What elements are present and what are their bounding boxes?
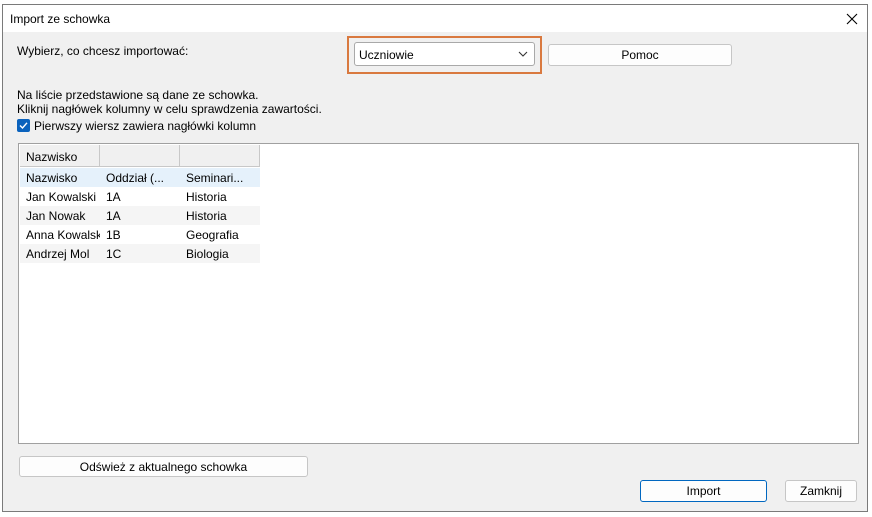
close-button[interactable]: Zamknij <box>785 480 857 502</box>
table-row[interactable]: Andrzej Mol 1C Biologia <box>20 244 260 263</box>
help-button[interactable]: Pomoc <box>548 44 732 66</box>
table-cell: Historia <box>186 209 227 223</box>
table-cell: Geografia <box>186 228 239 242</box>
grid-rows: Nazwisko Oddział (... Seminari... Jan Ko… <box>20 168 260 263</box>
column-header[interactable] <box>100 145 180 167</box>
table-row[interactable]: Nazwisko Oddział (... Seminari... <box>20 168 260 187</box>
close-icon <box>846 13 858 24</box>
table-cell: Anna Kowalska <box>26 228 100 242</box>
title-bar: Import ze schowka <box>3 5 867 32</box>
refresh-button-label: Odśwież z aktualnego schowka <box>79 460 248 474</box>
refresh-from-clipboard-button[interactable]: Odśwież z aktualnego schowka <box>19 456 308 477</box>
dialog-content: Wybierz, co chcesz importować: Uczniowie… <box>3 32 867 513</box>
import-button-label: Import <box>686 484 721 498</box>
table-row[interactable]: Jan Kowalski 1A Historia <box>20 187 260 206</box>
table-cell: Historia <box>186 190 227 204</box>
import-dialog: Import ze schowka Wybierz, co chcesz imp… <box>2 4 868 512</box>
info-text-line2: Kliknij nagłówek kolumny w celu sprawdze… <box>17 102 322 116</box>
dialog-title: Import ze schowka <box>10 12 111 26</box>
table-cell: Andrzej Mol <box>26 247 90 261</box>
table-cell: Biologia <box>186 247 229 261</box>
info-text-line1: Na liście przedstawione są dane ze schow… <box>17 88 259 102</box>
clipboard-data-grid[interactable]: Nazwisko Nazwisko Oddział (... Seminari.… <box>18 143 859 444</box>
import-type-select[interactable]: Uczniowie <box>354 42 535 66</box>
close-window-button[interactable] <box>837 5 867 32</box>
close-button-label: Zamknij <box>799 484 842 498</box>
table-cell: Jan Nowak <box>26 209 86 223</box>
table-cell: Nazwisko <box>26 171 78 185</box>
table-cell: 1A <box>106 190 121 204</box>
checkbox-checked[interactable] <box>17 119 30 132</box>
header-row-checkbox-label: Pierwszy wiersz zawiera nagłówki kolumn <box>34 119 257 133</box>
column-header[interactable]: Nazwisko <box>20 145 100 167</box>
import-button[interactable]: Import <box>640 480 767 502</box>
column-header-label: Nazwisko <box>26 150 78 164</box>
table-cell: 1B <box>106 228 121 242</box>
column-header[interactable] <box>180 145 260 167</box>
chevron-down-icon <box>518 51 528 57</box>
help-button-label: Pomoc <box>621 48 659 62</box>
table-row[interactable]: Jan Nowak 1A Historia <box>20 206 260 225</box>
table-cell: Oddział (... <box>106 171 165 185</box>
import-type-value: Uczniowie <box>359 48 414 62</box>
table-cell: 1C <box>106 247 122 261</box>
table-row[interactable]: Anna Kowalska 1B Geografia <box>20 225 260 244</box>
checkmark-icon <box>19 122 28 130</box>
table-cell: Jan Kowalski <box>26 190 97 204</box>
table-cell: 1A <box>106 209 121 223</box>
table-cell: Seminari... <box>186 171 244 185</box>
import-type-label: Wybierz, co chcesz importować: <box>17 44 189 58</box>
